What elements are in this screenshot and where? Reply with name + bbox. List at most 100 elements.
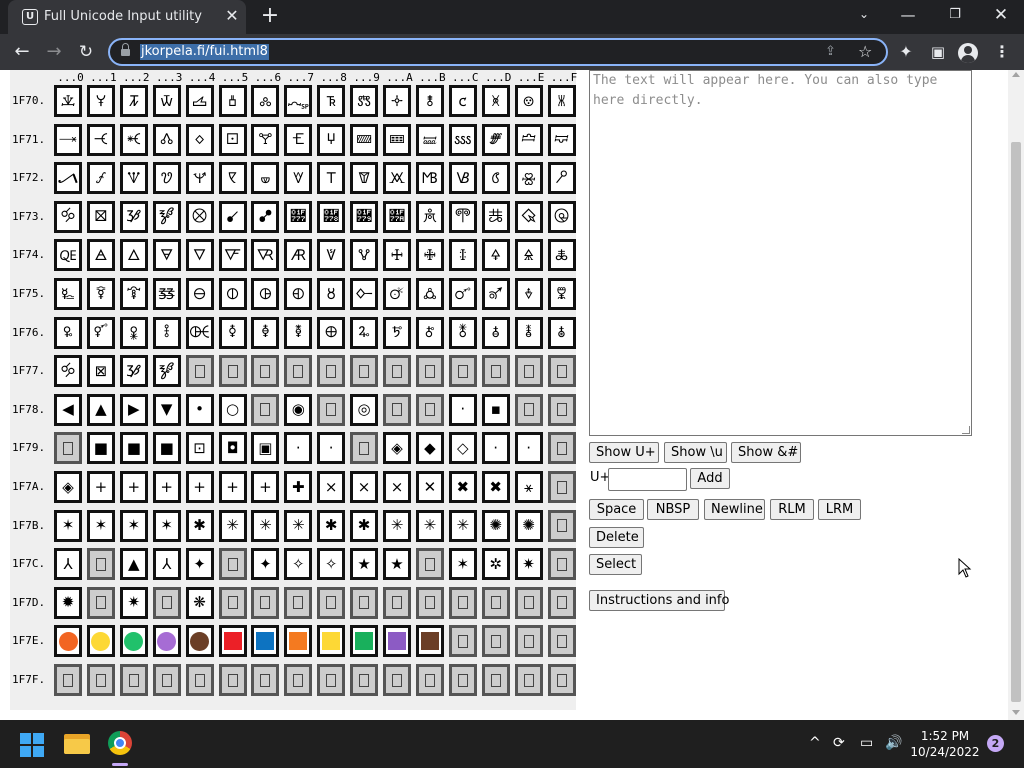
- character-cell[interactable]: 🝳: [152, 355, 181, 388]
- bookmark-star-icon[interactable]: ☆: [858, 42, 872, 61]
- character-cell[interactable]: ✳: [448, 509, 477, 542]
- character-cell[interactable]: 🜦: [251, 316, 280, 349]
- character-cell[interactable]: ○: [218, 393, 247, 426]
- character-cell[interactable]: [547, 664, 576, 696]
- character-cell[interactable]: [86, 664, 115, 696]
- character-cell[interactable]: •: [185, 393, 214, 426]
- character-cell[interactable]: 🜃: [152, 239, 181, 272]
- scroll-thumb[interactable]: [1011, 142, 1021, 702]
- character-cell[interactable]: [185, 625, 214, 658]
- character-cell[interactable]: +: [185, 471, 214, 503]
- character-cell[interactable]: ✱: [350, 509, 379, 542]
- character-cell[interactable]: 🝆: [251, 85, 280, 117]
- character-cell[interactable]: 🝹: [350, 200, 379, 233]
- lrm-button[interactable]: LRM: [818, 499, 861, 520]
- character-cell[interactable]: 🜂: [119, 239, 148, 272]
- character-cell[interactable]: 🜡: [86, 316, 115, 349]
- character-cell[interactable]: 🝻: [415, 200, 444, 233]
- character-cell[interactable]: ✶: [152, 509, 181, 542]
- character-cell[interactable]: [251, 393, 280, 426]
- character-cell[interactable]: +: [251, 471, 280, 503]
- character-cell[interactable]: ▣: [251, 432, 280, 465]
- scroll-up-arrow-icon[interactable]: [1012, 72, 1020, 77]
- character-cell[interactable]: [54, 664, 82, 696]
- character-cell[interactable]: 🝙: [350, 123, 379, 156]
- character-cell[interactable]: ✲: [481, 548, 510, 581]
- character-cell[interactable]: 🝃: [152, 85, 181, 117]
- character-cell[interactable]: ✺: [514, 509, 543, 542]
- character-cell[interactable]: [218, 355, 247, 388]
- profile-avatar-icon[interactable]: [958, 43, 978, 63]
- character-cell[interactable]: ▲: [119, 548, 148, 581]
- windows-start-icon[interactable]: [20, 733, 44, 757]
- new-tab-button[interactable]: +: [258, 4, 282, 28]
- character-cell[interactable]: 🝐: [54, 123, 82, 156]
- character-cell[interactable]: 🝓: [152, 123, 181, 156]
- character-cell[interactable]: +: [86, 471, 115, 503]
- character-cell[interactable]: [251, 664, 280, 696]
- character-cell[interactable]: [547, 432, 576, 465]
- space-button[interactable]: Space: [589, 499, 644, 520]
- character-cell[interactable]: 🝼: [448, 200, 477, 233]
- character-cell[interactable]: [251, 625, 280, 658]
- character-cell[interactable]: [415, 548, 444, 581]
- character-cell[interactable]: 🜪: [383, 316, 411, 349]
- show-uplus-button[interactable]: Show U+: [589, 442, 659, 463]
- character-cell[interactable]: ❋: [185, 586, 214, 619]
- character-cell[interactable]: 🝳: [152, 200, 181, 233]
- character-cell[interactable]: 🝮: [514, 162, 543, 195]
- character-cell[interactable]: ◀: [54, 393, 82, 426]
- character-cell[interactable]: 🝨: [317, 162, 346, 195]
- character-cell[interactable]: 🝬: [448, 162, 477, 195]
- character-cell[interactable]: 🜣: [152, 316, 181, 349]
- character-cell[interactable]: 🝾: [514, 200, 543, 233]
- character-cell[interactable]: ·: [448, 393, 477, 426]
- chrome-taskbar-icon[interactable]: [108, 731, 132, 755]
- character-cell[interactable]: 🝶: [251, 200, 280, 233]
- character-cell[interactable]: ★: [383, 548, 411, 581]
- character-cell[interactable]: 🜠: [54, 316, 82, 349]
- character-cell[interactable]: ✱: [185, 509, 214, 542]
- lock-icon[interactable]: [121, 43, 130, 57]
- character-cell[interactable]: 🝭: [481, 162, 510, 195]
- character-cell[interactable]: 🝅: [218, 85, 247, 117]
- character-cell[interactable]: [415, 625, 444, 658]
- character-cell[interactable]: 🜕: [218, 278, 247, 310]
- share-icon[interactable]: ⇪: [825, 44, 836, 59]
- delete-button[interactable]: Delete: [589, 527, 644, 548]
- character-cell[interactable]: [54, 432, 82, 465]
- character-cell[interactable]: [514, 625, 543, 658]
- output-textarea[interactable]: The text will appear here. You can also …: [589, 70, 972, 436]
- character-cell[interactable]: [284, 625, 313, 658]
- character-cell[interactable]: [514, 664, 543, 696]
- character-cell[interactable]: ✳: [284, 509, 313, 542]
- tray-overflow-chevron-icon[interactable]: ^: [809, 734, 821, 752]
- browser-tab-active[interactable]: U Full Unicode Input utility ✕: [8, 0, 246, 34]
- forward-arrow-icon[interactable]: →: [42, 41, 66, 65]
- character-cell[interactable]: [383, 664, 411, 696]
- character-cell[interactable]: 🝜: [448, 123, 477, 156]
- back-arrow-icon[interactable]: ←: [10, 41, 34, 65]
- character-cell[interactable]: 🜭: [481, 316, 510, 349]
- character-cell[interactable]: ✦: [251, 548, 280, 581]
- character-cell[interactable]: [284, 586, 313, 619]
- character-cell[interactable]: [415, 664, 444, 696]
- character-cell[interactable]: 🝔: [185, 123, 214, 156]
- character-cell[interactable]: ·: [284, 432, 313, 465]
- character-cell[interactable]: [152, 664, 181, 696]
- close-window-button[interactable]: ✕: [986, 4, 1016, 28]
- character-cell[interactable]: ✶: [86, 509, 115, 542]
- character-cell[interactable]: [350, 625, 379, 658]
- character-cell[interactable]: 🜗: [284, 278, 313, 310]
- character-cell[interactable]: 🝗: [284, 123, 313, 156]
- minimize-button[interactable]: —: [893, 4, 923, 28]
- character-cell[interactable]: ·: [481, 432, 510, 465]
- character-cell[interactable]: ▲: [86, 393, 115, 426]
- instructions-button[interactable]: Instructions and info: [589, 590, 729, 611]
- tab-search-icon[interactable]: ⌄: [855, 7, 873, 21]
- character-cell[interactable]: ✳: [251, 509, 280, 542]
- extensions-puzzle-icon[interactable]: ✦: [894, 41, 918, 65]
- rlm-button[interactable]: RLM: [770, 499, 814, 520]
- character-cell[interactable]: [218, 664, 247, 696]
- character-cell[interactable]: 🝞: [514, 123, 543, 156]
